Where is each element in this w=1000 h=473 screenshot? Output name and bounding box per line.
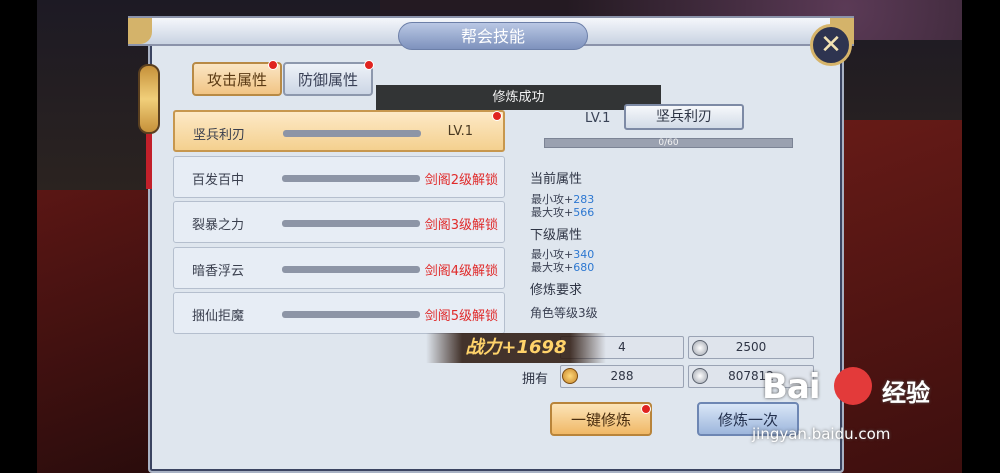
attr-value: 566 [573,206,595,219]
skill-row-baifabaizhong[interactable]: 百发百中 剑阁2级解锁 [173,156,505,198]
tab-defense-badge [364,60,374,70]
tab-defense-label: 防御属性 [297,71,358,89]
background-carpet-left [37,190,157,473]
lantern-icon [138,64,160,134]
silver-coin-icon [692,340,708,356]
skill-progress-bar [282,175,420,182]
skill-progress-bar [283,130,421,137]
title-ornament-left [128,18,152,44]
skill-row-jianbingliren[interactable]: 坚兵利刃 LV.1 [173,110,505,152]
requirement-title: 修炼要求 [530,283,583,298]
exp-progress-text: 0/60 [658,138,679,148]
window-title: 帮会技能 [398,22,588,50]
owned-label: 拥有 [522,372,549,387]
skill-row-liebaozhili[interactable]: 裂暴之力 剑阁3级解锁 [173,201,505,243]
skill-name: 捆仙拒魔 [192,309,245,324]
one-key-cultivate-button[interactable]: 一键修炼 [550,402,652,436]
tab-attack-label: 攻击属性 [206,71,267,89]
skill-row-kunxianjumo[interactable]: 捆仙拒魔 剑阁5级解锁 [173,292,505,334]
close-icon: ✕ [820,30,842,60]
close-button[interactable]: ✕ [810,24,852,66]
tab-defense[interactable]: 防御属性 [283,62,373,96]
cost-gold-value: 4 [618,340,626,354]
owned-gold-value: 288 [610,369,634,383]
letterbox-left [0,0,37,473]
skill-unlock-text: 剑阁2级解锁 [424,173,498,188]
current-attr-max: 最大攻+566 [531,204,594,220]
lantern-tassel [146,134,152,189]
owned-gold: 288 [560,365,684,388]
skill-progress-bar [282,311,420,318]
tab-attack-badge [268,60,278,70]
one-key-badge [641,404,651,414]
attr-value: 680 [573,261,595,274]
watermark-logo-text: Bai [762,367,821,407]
detail-level: LV.1 [585,111,611,126]
skill-unlock-text: 剑阁4级解锁 [424,264,498,279]
detail-skill-name: 坚兵利刃 [624,104,744,130]
attr-label: 最大攻+ [531,206,574,219]
silver-coin-icon [692,368,708,384]
cost-silver-value: 2500 [735,340,767,354]
attr-label: 最大攻+ [531,261,574,274]
skill-unlock-text: 剑阁5级解锁 [424,309,498,324]
skill-name: 百发百中 [192,173,245,188]
baidu-watermark: Bai 经验 jingyan.baidu.com [742,367,972,465]
one-key-cultivate-label: 一键修炼 [570,411,631,429]
skill-name: 坚兵利刃 [193,128,246,143]
next-attr-max: 最大攻+680 [531,259,594,275]
next-attr-title: 下级属性 [530,228,583,243]
skill-progress-bar [282,266,420,273]
current-attr-title: 当前属性 [530,172,583,187]
combat-power-popup: 战力+1698 [426,333,606,363]
exp-progress-bar: 0/60 [544,138,793,148]
skill-name: 暗香浮云 [192,264,245,279]
game-scene: 帮会技能 ✕ 攻击属性 防御属性 坚兵利刃 LV.1 百发百中 剑阁2级解锁 裂… [0,0,1000,473]
skill-badge [492,111,502,121]
baidu-paw-icon [834,367,872,405]
skill-unlock-text: 剑阁3级解锁 [424,218,498,233]
requirement-text: 角色等级3级 [530,306,598,320]
gold-coin-icon [562,368,578,384]
watermark-logo-text-2: 经验 [882,379,930,407]
skill-row-anxiangfuyun[interactable]: 暗香浮云 剑阁4级解锁 [173,247,505,289]
toast-message: 修炼成功 [376,85,661,110]
skill-progress-bar [282,220,420,227]
skill-name: 裂暴之力 [192,218,245,233]
skill-level: LV.1 [447,124,473,139]
watermark-url: jingyan.baidu.com [752,425,891,443]
